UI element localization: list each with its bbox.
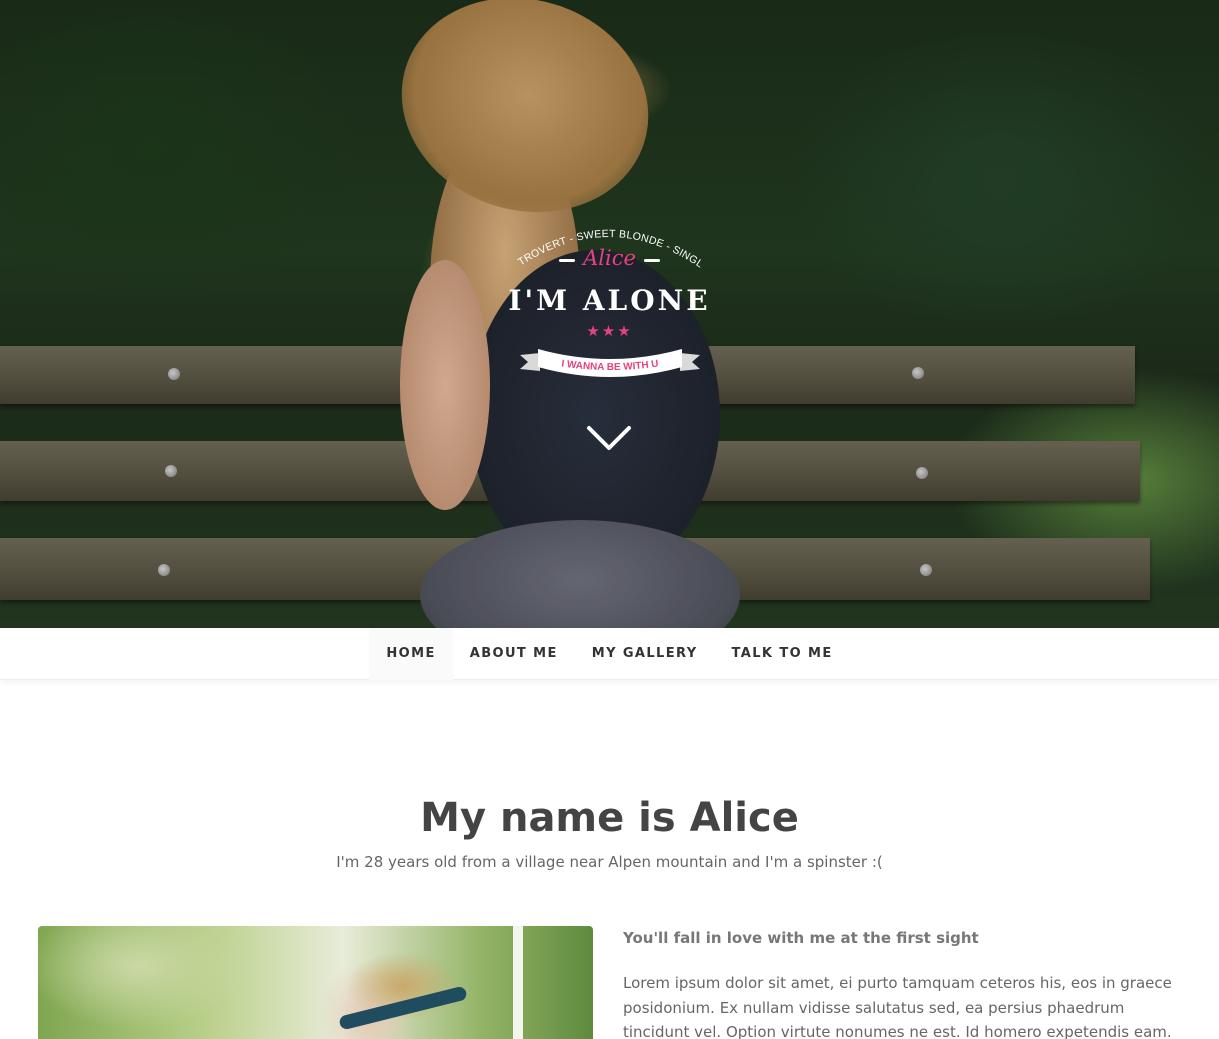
badge-name: Alice bbox=[583, 246, 636, 270]
nav-item-home[interactable]: HOME bbox=[369, 628, 453, 680]
intro-subtitle: I'm 28 years old from a village near Alp… bbox=[336, 853, 883, 871]
about-heading: You'll fall in love with me at the first… bbox=[623, 929, 979, 947]
badge-title: I'M ALONE bbox=[508, 284, 711, 317]
dash-left bbox=[559, 259, 576, 263]
about-text-column: You'll fall in love with me at the first… bbox=[623, 926, 1183, 1039]
nav-item-about-me[interactable]: ABOUT ME bbox=[453, 628, 575, 680]
badge-ribbon: I WANNA BE WITH U bbox=[520, 349, 700, 377]
badge-name-row: Alice bbox=[0, 246, 1219, 270]
photo-pole bbox=[513, 926, 523, 1039]
nav-item-talk-to-me[interactable]: TALK TO ME bbox=[715, 628, 850, 680]
nav-item-my-gallery[interactable]: MY GALLERY bbox=[575, 628, 715, 680]
hero-banner: INTROVERT - SWEET BLONDE - SINGLE Alice … bbox=[0, 0, 1219, 628]
about-photo bbox=[38, 926, 593, 1039]
scroll-down-chevron-icon[interactable] bbox=[585, 424, 633, 454]
intro-title: My name is Alice bbox=[420, 795, 799, 841]
photo-hat-band bbox=[338, 985, 468, 1031]
logo-badge: INTROVERT - SWEET BLONDE - SINGLE Alice … bbox=[0, 210, 1219, 410]
main-nav: HOME ABOUT ME MY GALLERY TALK TO ME bbox=[0, 628, 1219, 680]
about-body: Lorem ipsum dolor sit amet, ei purto tam… bbox=[623, 974, 1172, 1039]
dash-right bbox=[643, 259, 660, 263]
